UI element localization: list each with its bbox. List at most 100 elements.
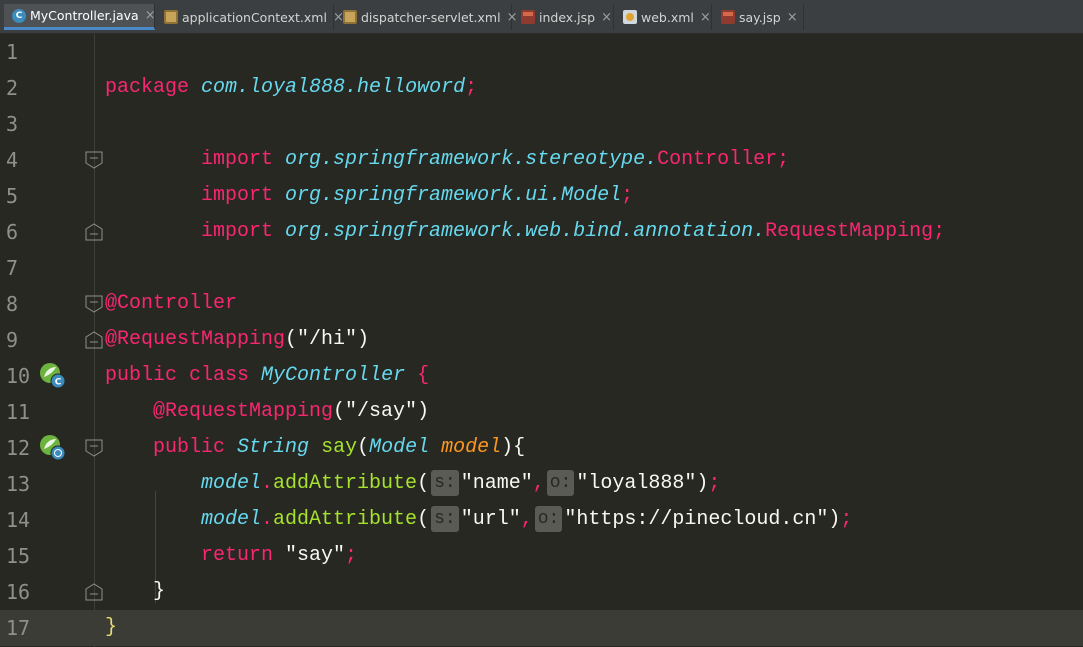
string-literal: "loyal888" [576,472,697,495]
class-declaration-name: MyController [261,364,406,387]
keyword: public class [105,364,250,387]
keyword: public [153,436,226,459]
close-icon[interactable]: × [700,10,711,25]
package-name: com.loyal888.helloword [201,76,466,99]
keyword: package [105,76,190,99]
fold-close-icon[interactable] [85,583,103,601]
code-line: 2 package com.loyal888.helloword; [0,70,1083,106]
line-number: 7 [6,256,19,280]
line-number: 14 [6,508,31,532]
parameter-hint: o: [546,469,575,496]
brace: } [153,580,166,603]
fold-close-icon[interactable] [85,331,103,349]
code-line: 6 import org.springframework.web.bind.an… [0,214,1083,250]
close-icon[interactable]: × [145,8,156,23]
fold-open-icon[interactable] [85,295,103,313]
paren: ( [357,436,370,459]
tab-label: applicationContext.xml [182,9,327,25]
package-name: org.springframework.ui.Model [285,184,622,207]
jsp-file-icon [521,10,535,24]
line-number: 16 [6,580,31,604]
paren: ){ [501,436,526,459]
param-name: model [441,436,502,459]
string-literal: "say" [285,544,346,567]
line-number: 6 [6,220,19,244]
comma: , [532,472,545,495]
tab-label: MyController.java [30,8,139,23]
keyword: import [201,220,274,243]
paren: ( [417,472,430,495]
semicolon: ; [708,472,721,495]
tab-applicationcontext-xml[interactable]: applicationContext.xml × [156,4,344,30]
java-class-icon: C [12,8,26,23]
tab-label: dispatcher-servlet.xml [361,9,501,25]
code-line: 7 [0,250,1083,286]
jsp-file-icon [721,10,735,24]
parameter-hint: s: [431,505,459,532]
code-line: 15 return "say"; [0,538,1083,574]
semicolon: ; [777,148,790,171]
variable: model [201,472,262,495]
paren: ) [828,508,841,531]
tab-web-xml[interactable]: web.xml × [615,4,712,30]
code-line: 13 model.addAttribute(s: "name", o: "loyal8… [0,466,1083,502]
string-literal: "url" [460,508,521,531]
variable: model [201,508,262,531]
code-line: 16 } [0,574,1083,610]
parameter-hint: o: [534,505,563,532]
spring-bean-icon[interactable]: C [38,361,68,391]
comma: , [520,508,533,531]
code-line: 10 C public class MyController { [0,358,1083,394]
current-code-line: 17 } [0,610,1083,646]
svg-text:C: C [55,378,62,388]
keyword: import [201,148,274,171]
xml-file-icon [343,10,357,24]
fold-open-icon[interactable] [85,439,103,457]
code-line: 8 @Controller [0,286,1083,322]
dot: . [261,472,274,495]
close-icon[interactable]: × [787,10,798,25]
line-number: 5 [6,184,19,208]
tab-say-jsp[interactable]: say.jsp × [713,4,804,30]
line-number: 11 [6,400,31,424]
string-literal: "https://pinecloud.cn" [564,508,829,531]
string-literal: "name" [460,472,533,495]
semicolon: ; [840,508,853,531]
web-xml-icon [623,10,637,24]
code-editor[interactable]: 1 2 package com.loyal888.helloword; 3 4 … [0,34,1083,647]
tab-dispatcher-servlet-xml[interactable]: dispatcher-servlet.xml × [335,4,517,30]
parameter-hint: s: [431,469,459,496]
string-literal: "/hi" [297,328,358,351]
code-line: 3 [0,106,1083,142]
package-name: org.springframework.web.bind.annotation. [285,220,766,243]
method-name: say [321,436,358,459]
package-name: org.springframework.stereotype. [285,148,658,171]
tab-index-jsp[interactable]: index.jsp × [513,4,614,30]
line-number: 17 [6,616,31,640]
semicolon: ; [933,220,946,243]
tab-mycontroller-java[interactable]: C MyController.java × [4,4,156,30]
tab-label: index.jsp [539,9,596,25]
keyword: import [201,184,274,207]
fold-open-icon[interactable] [85,151,103,169]
class-name: Controller [657,148,778,171]
annotation: @RequestMapping [153,400,334,423]
fold-close-icon[interactable] [85,223,103,241]
line-number: 12 [6,436,31,460]
method-call: addAttribute [273,472,418,495]
spring-web-icon[interactable] [38,433,68,463]
close-icon[interactable]: × [601,10,612,25]
line-number: 15 [6,544,31,568]
annotation: @Controller [105,292,238,315]
annotation: @RequestMapping [105,328,286,351]
code-line: 4 import org.springframework.stereotype.… [0,142,1083,178]
method-call: addAttribute [273,508,418,531]
paren: ) [417,400,430,423]
semicolon: ; [345,544,358,567]
brace: { [417,364,430,387]
param-type: Model [369,436,430,459]
line-number: 9 [6,328,19,352]
code-line: 11 @RequestMapping("/say") [0,394,1083,430]
brace: } [105,616,118,639]
line-number: 8 [6,292,19,316]
